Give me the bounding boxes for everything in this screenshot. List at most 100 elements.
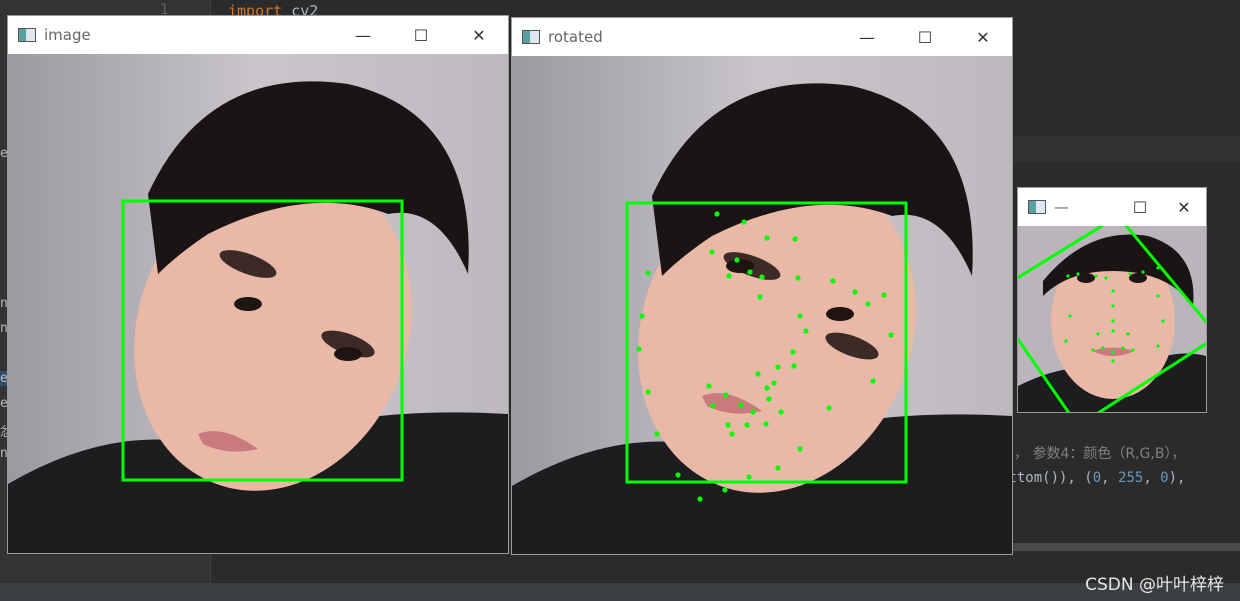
landmark-dot [639, 313, 645, 319]
titlebar[interactable]: image — ☐ ✕ [8, 16, 508, 54]
landmark-dot [763, 421, 769, 427]
window-title: — [1054, 198, 1069, 216]
minimize-icon[interactable]: — [838, 18, 896, 56]
rotated-canvas [512, 56, 1012, 554]
app-icon [18, 28, 36, 42]
landmark-dot [1111, 359, 1115, 363]
landmark-dot [710, 403, 716, 409]
landmark-dot [1111, 289, 1115, 293]
landmark-dot [714, 211, 720, 217]
landmark-dot [1141, 270, 1145, 274]
landmark-dot [1104, 276, 1108, 280]
code-fragment: ottom()), (0, 255, 0), [1000, 470, 1186, 486]
landmark-dot [757, 294, 763, 300]
titlebar[interactable]: — ☐ ✕ [1018, 188, 1206, 226]
landmark-dot [1128, 272, 1132, 276]
close-icon[interactable]: ✕ [450, 16, 508, 54]
landmark-dot [654, 431, 660, 437]
watermark: CSDN @叶叶梓梓 [1085, 575, 1224, 595]
close-icon[interactable]: ✕ [954, 18, 1012, 56]
aligned-canvas [1018, 226, 1206, 412]
code-comment-fragment: 示， 参数4：颜色（R,G,B）， [1000, 446, 1186, 462]
landmark-dot [1131, 348, 1135, 352]
landmark-dot [1068, 314, 1072, 318]
window-aligned[interactable]: — ☐ ✕ [1018, 188, 1206, 412]
app-icon [1028, 200, 1046, 214]
panel-text: n [0, 446, 8, 461]
landmark-dot [744, 422, 750, 428]
landmark-dot [1091, 348, 1095, 352]
landmark-dot [636, 346, 642, 352]
landmark-dot [1094, 274, 1098, 278]
ide-current-line-highlight [1012, 136, 1240, 162]
panel-text: e [0, 146, 8, 161]
landmark-dot [1161, 319, 1165, 323]
landmark-dot [1121, 346, 1125, 350]
landmark-dot [1111, 304, 1115, 308]
panel-text: e [0, 396, 8, 411]
landmark-dot [870, 378, 876, 384]
landmark-dot [697, 496, 703, 502]
landmark-dot [759, 274, 765, 280]
panel-text: n [0, 321, 8, 336]
landmark-dot [725, 422, 731, 428]
landmark-dot [1156, 266, 1160, 270]
landmark-dot [881, 292, 887, 298]
minimize-icon[interactable]: — [334, 16, 392, 54]
landmark-dot [722, 487, 728, 493]
landmark-dot [764, 235, 770, 241]
panel-text-selected[interactable]: e [0, 371, 8, 386]
maximize-icon[interactable]: ☐ [896, 18, 954, 56]
landmark-dot [1096, 332, 1100, 336]
landmark-dot [792, 236, 798, 242]
landmark-dot [830, 278, 836, 284]
landmark-dot [803, 328, 809, 334]
landmark-dot [764, 385, 770, 391]
landmark-dot [675, 472, 681, 478]
status-bar [0, 583, 1240, 601]
landmark-dot [1101, 346, 1105, 350]
landmark-dot [771, 380, 777, 386]
close-icon[interactable]: ✕ [1162, 188, 1206, 226]
landmark-dot [778, 409, 784, 415]
landmark-dot [775, 364, 781, 370]
landmark-dot [1111, 329, 1115, 333]
landmark-dot [766, 396, 772, 402]
landmark-dot [790, 349, 796, 355]
landmark-dot [726, 273, 732, 279]
window-image[interactable]: image — ☐ ✕ [8, 16, 508, 553]
landmark-dot [706, 383, 712, 389]
landmark-dot [1156, 294, 1160, 298]
panel-text: n [0, 296, 8, 311]
landmark-dot [747, 269, 753, 275]
landmark-dot [865, 301, 871, 307]
landmark-dot [775, 465, 781, 471]
window-rotated[interactable]: rotated — ☐ ✕ [512, 18, 1012, 554]
landmark-dot [746, 474, 752, 480]
landmark-dot [729, 431, 735, 437]
landmark-dot [795, 275, 801, 281]
landmark-dot [797, 313, 803, 319]
landmark-dot [738, 402, 744, 408]
landmark-dot [888, 332, 894, 338]
landmark-dot [734, 257, 740, 263]
maximize-icon[interactable]: ☐ [1118, 188, 1162, 226]
maximize-icon[interactable]: ☐ [392, 16, 450, 54]
landmark-dot [852, 289, 858, 295]
landmark-dot [1111, 350, 1115, 354]
horizontal-scrollbar[interactable] [1012, 543, 1240, 551]
landmark-dot [1076, 272, 1080, 276]
landmark-dot [755, 371, 761, 377]
landmark-dot [1126, 332, 1130, 336]
window-title: image [44, 26, 91, 44]
landmark-dot [709, 249, 715, 255]
landmark-dot [1156, 344, 1160, 348]
face-photo-landmarks [512, 56, 1012, 554]
landmark-dot [645, 389, 651, 395]
landmark-dot [723, 392, 729, 398]
landmark-dot [741, 219, 747, 225]
titlebar[interactable]: rotated — ☐ ✕ [512, 18, 1012, 56]
landmark-dot [1066, 274, 1070, 278]
landmark-dot [645, 270, 651, 276]
aligned-face-photo [1018, 226, 1206, 412]
